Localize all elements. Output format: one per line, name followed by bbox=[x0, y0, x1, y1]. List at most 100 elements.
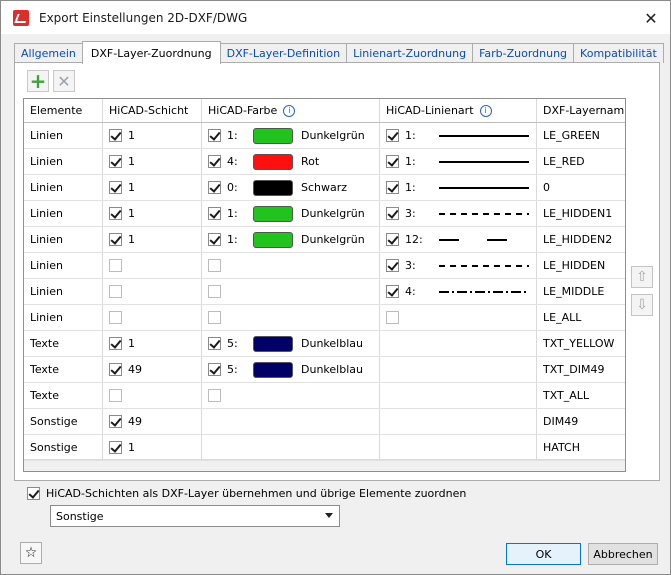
linetype-checkbox[interactable] bbox=[386, 181, 399, 194]
cell-color bbox=[202, 305, 380, 330]
color-checkbox[interactable] bbox=[208, 337, 221, 350]
cell-color bbox=[202, 435, 380, 460]
table-row[interactable]: Linien 1 4: Rot 1: LE_RED bbox=[24, 149, 625, 175]
color-checkbox[interactable] bbox=[208, 233, 221, 246]
table-row[interactable]: Linien 1 1: Dunkelgrün 12: LE_HIDDEN2 bbox=[24, 227, 625, 253]
cell-layer: 1 bbox=[103, 149, 202, 174]
linetype-index: 1: bbox=[405, 155, 416, 168]
cell-linetype bbox=[380, 357, 537, 382]
favorite-button[interactable]: ☆ bbox=[20, 542, 42, 564]
tab-allgemein[interactable]: Allgemein bbox=[14, 43, 83, 63]
col-header-schicht[interactable]: HiCAD-Schicht bbox=[103, 99, 202, 122]
linetype-checkbox[interactable] bbox=[386, 155, 399, 168]
table-row[interactable]: Linien 4: LE_MIDDLE bbox=[24, 279, 625, 305]
info-icon[interactable]: i bbox=[479, 104, 492, 117]
table-row[interactable]: Linien 3: LE_HIDDEN bbox=[24, 253, 625, 279]
cell-color: 5: Dunkelblau bbox=[202, 331, 380, 356]
table-row[interactable]: Linien LE_ALL bbox=[24, 305, 625, 331]
color-checkbox[interactable] bbox=[208, 363, 221, 376]
cell-color: 5: Dunkelblau bbox=[202, 357, 380, 382]
layer-checkbox[interactable] bbox=[109, 181, 122, 194]
cell-layer bbox=[103, 253, 202, 278]
color-checkbox[interactable] bbox=[208, 311, 221, 324]
add-row-button[interactable]: + bbox=[27, 69, 49, 93]
linetype-index: 1: bbox=[405, 181, 416, 194]
cell-color: 1: Dunkelgrün bbox=[202, 123, 380, 148]
color-checkbox[interactable] bbox=[208, 129, 221, 142]
color-checkbox[interactable] bbox=[208, 155, 221, 168]
cancel-button[interactable]: Abbrechen bbox=[588, 543, 658, 565]
layer-checkbox[interactable] bbox=[109, 363, 122, 376]
dxf-layer-name: LE_HIDDEN1 bbox=[543, 207, 613, 220]
cell-element: Sonstige bbox=[24, 409, 103, 434]
cell-color: 1: Dunkelgrün bbox=[202, 201, 380, 226]
linetype-checkbox[interactable] bbox=[386, 207, 399, 220]
layer-checkbox[interactable] bbox=[109, 155, 122, 168]
close-button[interactable]: ✕ bbox=[640, 7, 662, 29]
color-checkbox[interactable] bbox=[208, 181, 221, 194]
cell-element: Linien bbox=[24, 201, 103, 226]
cell-linetype bbox=[380, 305, 537, 330]
table-row[interactable]: Texte 49 5: Dunkelblau TXT_DIM49 bbox=[24, 357, 625, 383]
linetype-checkbox[interactable] bbox=[386, 259, 399, 272]
move-up-button[interactable]: ⇧ bbox=[631, 266, 653, 288]
cell-linetype: 4: bbox=[380, 279, 537, 304]
layer-checkbox[interactable] bbox=[109, 285, 122, 298]
linetype-checkbox[interactable] bbox=[386, 311, 399, 324]
linetype-checkbox[interactable] bbox=[386, 129, 399, 142]
layer-checkbox[interactable] bbox=[109, 259, 122, 272]
element-dropdown[interactable]: Sonstige bbox=[50, 505, 340, 527]
move-down-button[interactable]: ⇩ bbox=[631, 294, 653, 316]
table-row[interactable]: Texte TXT_ALL bbox=[24, 383, 625, 409]
layer-checkbox[interactable] bbox=[109, 207, 122, 220]
tab-dxf-layer-definition[interactable]: DXF-Layer-Definition bbox=[219, 43, 348, 63]
adopt-layers-checkbox[interactable] bbox=[27, 487, 40, 500]
cell-layer bbox=[103, 383, 202, 408]
col-header-dxf-layername[interactable]: DXF-Layernam bbox=[537, 99, 625, 122]
tab-linienart-zuordnung[interactable]: Linienart-Zuordnung bbox=[346, 43, 474, 63]
ok-button[interactable]: OK bbox=[506, 543, 581, 565]
color-checkbox[interactable] bbox=[208, 285, 221, 298]
color-checkbox[interactable] bbox=[208, 259, 221, 272]
cell-color: 4: Rot bbox=[202, 149, 380, 174]
table-row[interactable]: Texte 1 5: Dunkelblau TXT_YELLOW bbox=[24, 331, 625, 357]
col-header-linienart[interactable]: HiCAD-Linienart i bbox=[380, 99, 537, 122]
tab-dxf-layer-zuordnung[interactable]: DXF-Layer-Zuordnung bbox=[81, 41, 221, 64]
color-swatch bbox=[253, 231, 293, 248]
layer-checkbox[interactable] bbox=[109, 389, 122, 402]
arrow-up-icon: ⇧ bbox=[636, 269, 648, 285]
table-row[interactable]: Sonstige 49 DIM49 bbox=[24, 409, 625, 435]
linetype-preview bbox=[439, 238, 529, 241]
layer-checkbox[interactable] bbox=[109, 415, 122, 428]
title-bar: Export Einstellungen 2D-DXF/DWG ✕ bbox=[1, 1, 670, 34]
layer-checkbox[interactable] bbox=[109, 337, 122, 350]
linetype-checkbox[interactable] bbox=[386, 233, 399, 246]
info-icon[interactable]: i bbox=[283, 104, 296, 117]
color-checkbox[interactable] bbox=[208, 389, 221, 402]
layer-checkbox[interactable] bbox=[109, 311, 122, 324]
dxf-layer-name: LE_HIDDEN bbox=[543, 259, 606, 272]
table-row[interactable]: Linien 1 1: Dunkelgrün 1: LE_GREEN bbox=[24, 123, 625, 149]
table-row[interactable]: Sonstige 1 HATCH bbox=[24, 435, 625, 461]
linetype-preview bbox=[439, 186, 529, 189]
color-index: 5: bbox=[227, 363, 238, 376]
cell-linetype: 12: bbox=[380, 227, 537, 252]
cell-linetype bbox=[380, 435, 537, 460]
element-type: Texte bbox=[30, 389, 60, 402]
col-header-farbe[interactable]: HiCAD-Farbe i bbox=[202, 99, 380, 122]
tab-bar: Allgemein DXF-Layer-Zuordnung DXF-Layer-De… bbox=[14, 41, 664, 64]
delete-row-button[interactable]: ✕ bbox=[53, 70, 75, 92]
linetype-checkbox[interactable] bbox=[386, 285, 399, 298]
layer-checkbox[interactable] bbox=[109, 233, 122, 246]
layer-number: 1 bbox=[128, 233, 135, 246]
table-row[interactable]: Linien 1 1: Dunkelgrün 3: LE_HIDDEN1 bbox=[24, 201, 625, 227]
color-checkbox[interactable] bbox=[208, 207, 221, 220]
layer-number: 1 bbox=[128, 441, 135, 454]
color-name: Dunkelgrün bbox=[301, 207, 365, 220]
col-header-elemente[interactable]: Elemente bbox=[24, 99, 103, 122]
tab-farb-zuordnung[interactable]: Farb-Zuordnung bbox=[472, 43, 575, 63]
tab-kompatibilit-t[interactable]: Kompatibilität bbox=[573, 43, 664, 63]
layer-checkbox[interactable] bbox=[109, 129, 122, 142]
layer-checkbox[interactable] bbox=[109, 441, 122, 454]
table-row[interactable]: Linien 1 0: Schwarz 1: 0 bbox=[24, 175, 625, 201]
